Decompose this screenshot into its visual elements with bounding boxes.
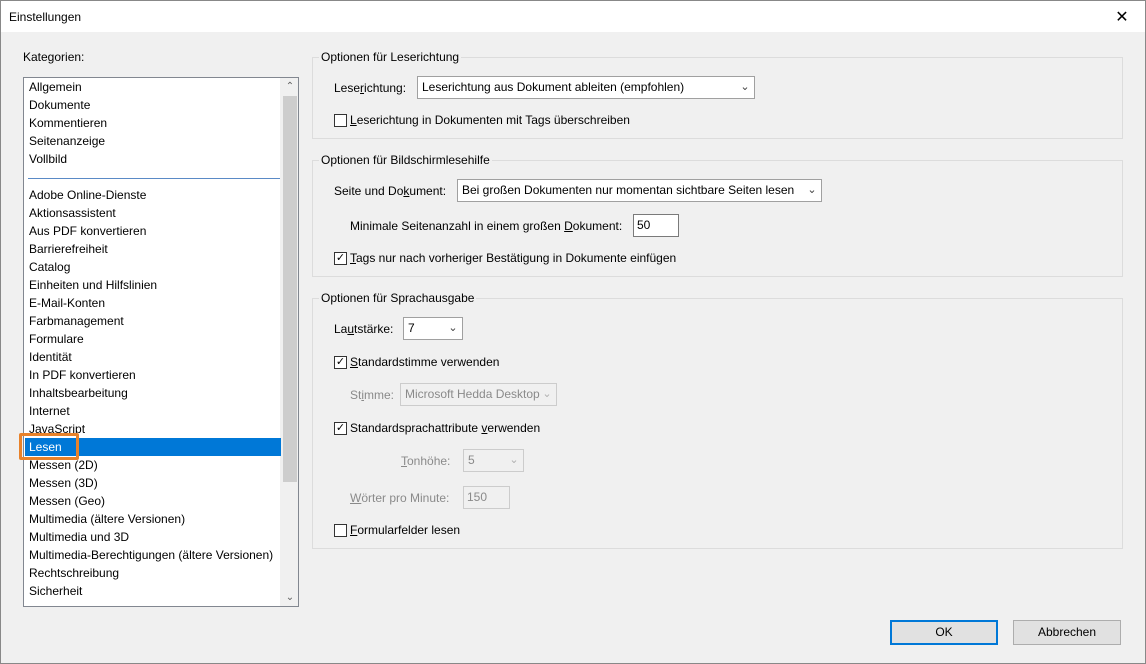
category-item[interactable]: Aktionsassistent <box>25 204 281 222</box>
override-reading-order-label: Leserichtung in Dokumenten mit Tags über… <box>350 113 630 127</box>
reading-order-label: Leserichtung: <box>334 81 407 95</box>
category-item[interactable]: Sicherheit <box>25 582 281 600</box>
category-item[interactable]: Adobe Online-Dienste <box>25 186 281 204</box>
tags-confirm-label: Tags nur nach vorheriger Bestätigung in … <box>350 251 677 265</box>
words-per-minute-label: Wörter pro Minute: <box>350 491 450 505</box>
volume-label: Lautstärke: <box>334 322 394 336</box>
cancel-button[interactable]: Abbrechen <box>1013 620 1121 645</box>
chevron-down-icon: ⌄ <box>740 81 750 93</box>
voice-select: Microsoft Hedda Desktop ⌄ <box>400 383 557 406</box>
category-item[interactable]: Formulare <box>25 330 281 348</box>
voice-value: Microsoft Hedda Desktop <box>405 387 540 401</box>
words-per-minute-input: 150 <box>463 486 510 509</box>
chevron-down-icon: ⌄ <box>448 322 458 334</box>
category-item[interactable]: JavaScript <box>25 420 281 438</box>
category-item[interactable]: Messen (3D) <box>25 474 281 492</box>
group-speech: Optionen für Sprachausgabe Lautstärke: 7… <box>312 291 1123 549</box>
title-bar: Einstellungen ✕ <box>1 1 1145 32</box>
scroll-up-icon[interactable]: ⌃ <box>281 78 298 95</box>
page-document-label: Seite und Dokument: <box>334 184 447 198</box>
default-attributes-label: Standardsprachattribute verwenden <box>350 421 541 435</box>
category-item[interactable]: Internet <box>25 402 281 420</box>
min-pages-input[interactable]: 50 <box>633 214 679 237</box>
chevron-down-icon: ⌄ <box>509 454 519 466</box>
list-scrollbar[interactable]: ⌃ ⌄ <box>280 78 298 606</box>
categories-label-text: Kategorien: <box>23 50 85 64</box>
window-title: Einstellungen <box>9 10 82 24</box>
category-item[interactable]: Lesen <box>25 438 281 456</box>
category-item[interactable]: Farbmanagement <box>25 312 281 330</box>
group-reading-order-legend: Optionen für Leserichtung <box>319 50 462 64</box>
read-form-fields-label: Formularfelder lesen <box>350 523 461 537</box>
scroll-down-icon[interactable]: ⌄ <box>281 589 298 606</box>
reading-order-value: Leserichtung aus Dokument ableiten (empf… <box>422 80 685 94</box>
category-item[interactable]: Multimedia (ältere Versionen) <box>25 510 281 528</box>
category-item[interactable]: Catalog <box>25 258 281 276</box>
category-item[interactable]: Seitenanzeige <box>25 132 281 150</box>
category-item[interactable]: Kommentieren <box>25 114 281 132</box>
category-item[interactable]: Barrierefreiheit <box>25 240 281 258</box>
category-item[interactable]: Rechtschreibung <box>25 564 281 582</box>
category-item[interactable]: Multimedia-Berechtigungen (ältere Versio… <box>25 546 281 564</box>
category-item[interactable]: Multimedia und 3D <box>25 528 281 546</box>
pitch-label: Tonhöhe: <box>401 454 451 468</box>
pitch-select: 5 ⌄ <box>463 449 524 472</box>
page-document-value: Bei großen Dokumenten nur momentan sicht… <box>462 183 795 197</box>
tags-confirm-checkbox[interactable]: ✓ <box>334 252 347 265</box>
pitch-value: 5 <box>468 453 475 467</box>
category-item[interactable]: Inhaltsbearbeitung <box>25 384 281 402</box>
group-screen-reader-legend: Optionen für Bildschirmlesehilfe <box>319 153 492 167</box>
ok-button[interactable]: OK <box>890 620 998 645</box>
default-voice-checkbox[interactable]: ✓ <box>334 356 347 369</box>
list-separator <box>28 178 280 179</box>
group-reading-order: Optionen für Leserichtung Leserichtung: … <box>312 50 1123 139</box>
category-item[interactable]: E-Mail-Konten <box>25 294 281 312</box>
category-item[interactable]: Einheiten und Hilfslinien <box>25 276 281 294</box>
volume-select[interactable]: 7 ⌄ <box>403 317 463 340</box>
category-item[interactable]: Allgemein <box>25 78 281 96</box>
category-item[interactable]: Messen (2D) <box>25 456 281 474</box>
close-icon[interactable]: ✕ <box>1099 1 1145 32</box>
categories-label: Kategorien: <box>23 50 84 64</box>
page-document-select[interactable]: Bei großen Dokumenten nur momentan sicht… <box>457 179 822 202</box>
category-item[interactable]: Messen (Geo) <box>25 492 281 510</box>
category-item[interactable]: Identität <box>25 348 281 366</box>
group-screen-reader: Optionen für Bildschirmlesehilfe Seite u… <box>312 153 1123 277</box>
category-item[interactable]: Aus PDF konvertieren <box>25 222 281 240</box>
category-item[interactable]: Dokumente <box>25 96 281 114</box>
category-item[interactable]: In PDF konvertieren <box>25 366 281 384</box>
chevron-down-icon: ⌄ <box>807 184 817 196</box>
reading-order-select[interactable]: Leserichtung aus Dokument ableiten (empf… <box>417 76 755 99</box>
chevron-down-icon: ⌄ <box>542 388 552 400</box>
scroll-thumb[interactable] <box>283 96 297 482</box>
categories-list[interactable]: ⌃ ⌄ Allgemein Dokumente Kommentieren Seiten… <box>23 77 299 607</box>
volume-value: 7 <box>408 321 415 335</box>
default-attributes-checkbox[interactable]: ✓ <box>334 422 347 435</box>
settings-dialog: Einstellungen ✕ Kategorien: ⌃ ⌄ Allgemei… <box>0 0 1146 664</box>
group-speech-legend: Optionen für Sprachausgabe <box>319 291 477 305</box>
voice-label: Stimme: <box>350 388 395 402</box>
override-reading-order-checkbox[interactable] <box>334 114 347 127</box>
default-voice-label: Standardstimme verwenden <box>350 355 500 369</box>
min-pages-label: Minimale Seitenanzahl in einem großen Do… <box>350 219 623 233</box>
read-form-fields-checkbox[interactable] <box>334 524 347 537</box>
category-item[interactable]: Vollbild <box>25 150 281 168</box>
